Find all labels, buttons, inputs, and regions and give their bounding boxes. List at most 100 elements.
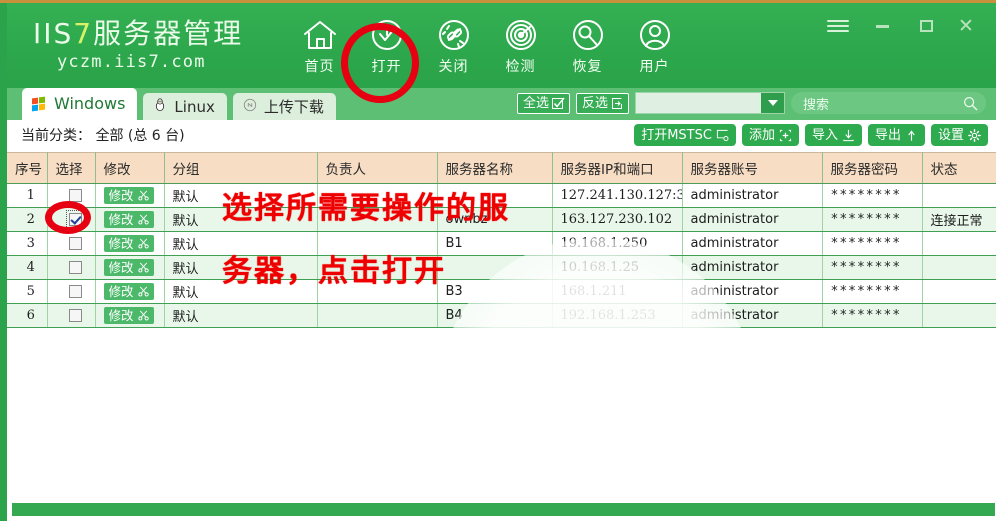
row-checkbox[interactable] <box>68 189 82 202</box>
cell-edit[interactable]: 修改 <box>95 183 165 208</box>
edit-button[interactable]: 修改 <box>103 211 154 228</box>
edit-button-label: 修改 <box>108 284 134 299</box>
logo-subtitle: yczm.iis7.com <box>57 52 206 72</box>
home-icon <box>300 15 340 55</box>
group-filter-dropdown[interactable] <box>635 92 785 114</box>
cell-edit[interactable]: 修改 <box>95 231 165 256</box>
table-body: 1修改默认127.241.130.127:3007administrator**… <box>7 183 996 328</box>
cell-name: B1 <box>437 231 553 256</box>
cell-select[interactable] <box>47 207 96 232</box>
import-button[interactable]: 导入 <box>804 124 862 146</box>
cell-name: B3 <box>437 279 553 304</box>
nav-item-detect[interactable]: 检测 <box>490 15 551 85</box>
table-row[interactable]: 4 修改 默认 10.168.1.25 administrator ******** <box>7 255 996 280</box>
nav-item-home[interactable]: 首页 <box>289 15 350 85</box>
cell-edit[interactable]: 修改 <box>95 207 165 232</box>
cell-index: 4 <box>7 255 48 280</box>
tab-windows[interactable]: Windows <box>22 88 138 120</box>
close-button[interactable]: ✕ <box>946 11 986 41</box>
edit-button[interactable]: 修改 <box>103 235 154 252</box>
cell-index: 1 <box>7 183 48 208</box>
nav-item-open[interactable]: 打开 <box>356 15 417 85</box>
row-checkbox[interactable] <box>68 309 82 322</box>
close-link-icon <box>434 15 474 55</box>
cell-ip: 10.168.1.25 <box>552 255 683 280</box>
cell-select[interactable] <box>47 183 96 208</box>
user-icon <box>635 15 675 55</box>
edit-button[interactable]: 修改 <box>103 283 154 300</box>
col-select: 选择 <box>47 152 96 184</box>
open-mstsc-button[interactable]: 打开MSTSC <box>634 124 736 146</box>
restore-wrench-icon <box>568 15 608 55</box>
invert-select-button[interactable]: 反选 <box>575 92 629 114</box>
tab-upload-download[interactable]: 上传下载 <box>232 93 336 120</box>
edit-button-label: 修改 <box>108 260 134 275</box>
tab-linux[interactable]: Linux <box>143 93 227 120</box>
edit-button[interactable]: 修改 <box>103 187 154 204</box>
cell-account: administrator <box>682 231 823 256</box>
row-checkbox[interactable] <box>68 237 82 250</box>
edit-button[interactable]: 修改 <box>103 259 154 276</box>
cell-edit[interactable]: 修改 <box>95 279 165 304</box>
upload-download-icon <box>243 98 257 116</box>
nav-label-home: 首页 <box>304 59 335 75</box>
export-up-icon <box>908 129 915 141</box>
window-controls: ✕ <box>818 11 986 41</box>
table-header: 序号 选择 修改 分组 负责人 服务器名称 服务器IP和端口 服务器账号 服务器… <box>7 152 996 184</box>
cell-select[interactable] <box>47 231 96 256</box>
cell-password: ******** <box>822 279 923 304</box>
cell-name <box>437 183 553 208</box>
nav-item-user[interactable]: 用户 <box>624 15 685 85</box>
table-row[interactable]: 1 修改 默认 127.241.130.127:3007administrator**… <box>7 183 996 208</box>
cell-status <box>922 303 996 328</box>
settings-button[interactable]: 设置 <box>930 124 988 146</box>
export-label: 导出 <box>874 127 901 143</box>
cell-edit[interactable]: 修改 <box>95 303 165 328</box>
add-button[interactable]: 添加 <box>741 124 799 146</box>
table-row[interactable]: 5 修改 默认 B3 168.1.211 administrator ******** <box>7 279 996 304</box>
table-row[interactable]: 6 修改 默认 B4 192.168.1.253 administrator *******… <box>7 303 996 328</box>
cell-account: administrator <box>682 183 823 208</box>
detect-radar-icon <box>501 15 541 55</box>
cell-ip: 127.241.130.127:3007 <box>552 183 683 208</box>
row-checkbox[interactable] <box>68 285 82 298</box>
tux-penguin-icon <box>153 97 167 116</box>
table-header-row: 序号 选择 修改 分组 负责人 服务器名称 服务器IP和端口 服务器账号 服务器… <box>7 152 996 184</box>
cell-account: administrator <box>682 255 823 280</box>
col-status: 状态 <box>922 152 996 184</box>
nav-label-restore: 恢复 <box>572 59 603 75</box>
maximize-icon <box>919 20 933 32</box>
edit-button-label: 修改 <box>108 236 134 251</box>
monitor-icon <box>716 129 729 141</box>
nav-item-close[interactable]: 关闭 <box>423 15 484 85</box>
close-icon: ✕ <box>958 14 974 37</box>
cell-name: B4 <box>437 303 553 328</box>
settings-label: 设置 <box>937 127 964 143</box>
menu-button[interactable] <box>818 11 858 41</box>
cell-group: 默认 <box>164 231 318 256</box>
edit-button[interactable]: 修改 <box>103 307 154 324</box>
search-input[interactable]: 搜索 <box>791 92 986 114</box>
invert-selection-icon <box>612 97 622 109</box>
cell-index: 5 <box>7 279 48 304</box>
maximize-button[interactable] <box>906 11 946 41</box>
table-row[interactable]: 3 修改 默认 B1 19.168.1.250 administrator ******** <box>7 231 996 256</box>
cell-ip: 168.1.211 <box>552 279 683 304</box>
cell-select[interactable] <box>47 255 96 280</box>
chevron-down-icon <box>761 93 784 113</box>
export-button[interactable]: 导出 <box>867 124 925 146</box>
cell-index: 3 <box>7 231 48 256</box>
cell-select[interactable] <box>47 279 96 304</box>
cell-status <box>922 231 996 256</box>
select-all-button[interactable]: 全选 <box>516 92 570 114</box>
nav-item-restore[interactable]: 恢复 <box>557 15 618 85</box>
cell-edit[interactable]: 修改 <box>95 255 165 280</box>
cell-select[interactable] <box>47 303 96 328</box>
row-checkbox[interactable] <box>65 210 85 229</box>
row-checkbox[interactable] <box>68 261 82 274</box>
scissors-icon <box>137 190 149 201</box>
minimize-button[interactable] <box>858 11 906 41</box>
col-edit: 修改 <box>95 152 165 184</box>
table-row[interactable]: 2 修改 默认 ownbz 163.127.230.102 administrator **… <box>7 207 996 232</box>
cell-account: administrator <box>682 303 823 328</box>
